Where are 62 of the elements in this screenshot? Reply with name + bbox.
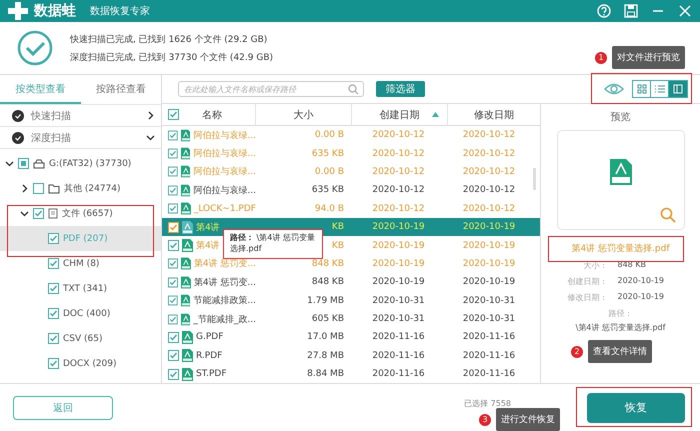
file-size: 8.84 MB [307,369,344,380]
modified-date: 2020-10-12 [462,148,516,159]
modified-date: 2020-10-12 [462,204,516,214]
created-date: 2020-10-19 [372,258,425,269]
detail-label: 路径： [608,308,632,319]
modified-date: 2020-10-12 [462,130,516,140]
created-date: 2020-10-12 [372,130,425,140]
detail-value: 2020-10-19 [618,276,664,287]
modified-date: 2020-10-19 [462,277,516,288]
file-size: 17.0 MB [307,332,344,342]
file-size: 605 KB [312,314,344,324]
scan-summary-text: 深度扫描已完成, 已找到 37730 个文件 (42.9 GB) [70,52,274,64]
app-subtitle: 数据恢复专家 [90,4,150,18]
created-date: 2020-11-16 [372,369,425,380]
created-date: 2020-10-12 [372,166,425,177]
file-size: 27.8 MB [307,350,344,361]
file-size: KB [332,222,344,232]
created-date: 2020-10-12 [372,185,425,196]
callout-tip: 查看文件详情 [588,340,652,363]
detail-label: 创建日期： [566,276,608,287]
file-size: KB [332,240,344,251]
created-date: 2020-10-12 [372,148,425,159]
scan-summary-text: 快速扫描已完成, 已找到 1626 个文件 (29.2 GB) [70,34,268,46]
modified-date: 2020-11-16 [462,350,516,361]
modified-date: 2020-11-16 [462,332,516,342]
created-date: 2020-10-31 [372,314,425,324]
file-size: 1.79 MB [307,296,344,306]
step-number-badge: 1 [595,52,607,64]
modified-date: 2020-10-31 [462,296,516,306]
created-date: 2020-11-16 [372,350,425,361]
detail-value: 2020-10-19 [618,292,664,303]
created-date: 2020-10-12 [372,204,425,214]
created-date: 2020-10-19 [372,222,425,232]
file-size: 94.0 B [314,204,344,214]
file-size: 635 KB [312,148,344,159]
modified-date: 2020-10-19 [462,222,516,232]
modified-date: 2020-10-31 [462,314,516,324]
modified-date: 2020-10-19 [462,240,516,251]
modified-date: 2020-10-12 [462,166,516,177]
modified-date: 2020-10-19 [462,258,516,269]
step-number-badge: 2 [571,346,583,358]
file-size: 848 KB [312,258,344,269]
created-date: 2020-10-19 [372,277,425,288]
step-number-badge: 3 [479,414,491,426]
detail-label: 修改日期： [566,292,608,303]
created-date: 2020-10-31 [372,296,425,306]
modified-date: 2020-11-16 [462,369,516,380]
file-size: 848 KB [312,277,344,288]
callout-tip: 进行文件恢复 [496,408,560,431]
file-size: 0.00 B [314,130,344,140]
selection-info: 已选择 7558 [464,398,511,409]
detail-label: 大小： [582,260,608,271]
preview-title: 预览 [610,111,630,124]
callout-tip: 对文件进行预览 [612,46,685,69]
created-date: 2020-11-16 [372,332,425,342]
detail-value: \第4讲 惩罚变量选择.pdf [576,322,666,333]
preview-file-name: 第4讲 惩罚变量选择.pdf [571,242,670,255]
created-date: 2020-10-19 [372,240,425,251]
file-size: 635 KB [312,185,344,196]
file-size: 0.00 B [314,166,344,177]
modified-date: 2020-10-12 [462,185,516,196]
app-name: 数据蛙 [34,2,76,20]
